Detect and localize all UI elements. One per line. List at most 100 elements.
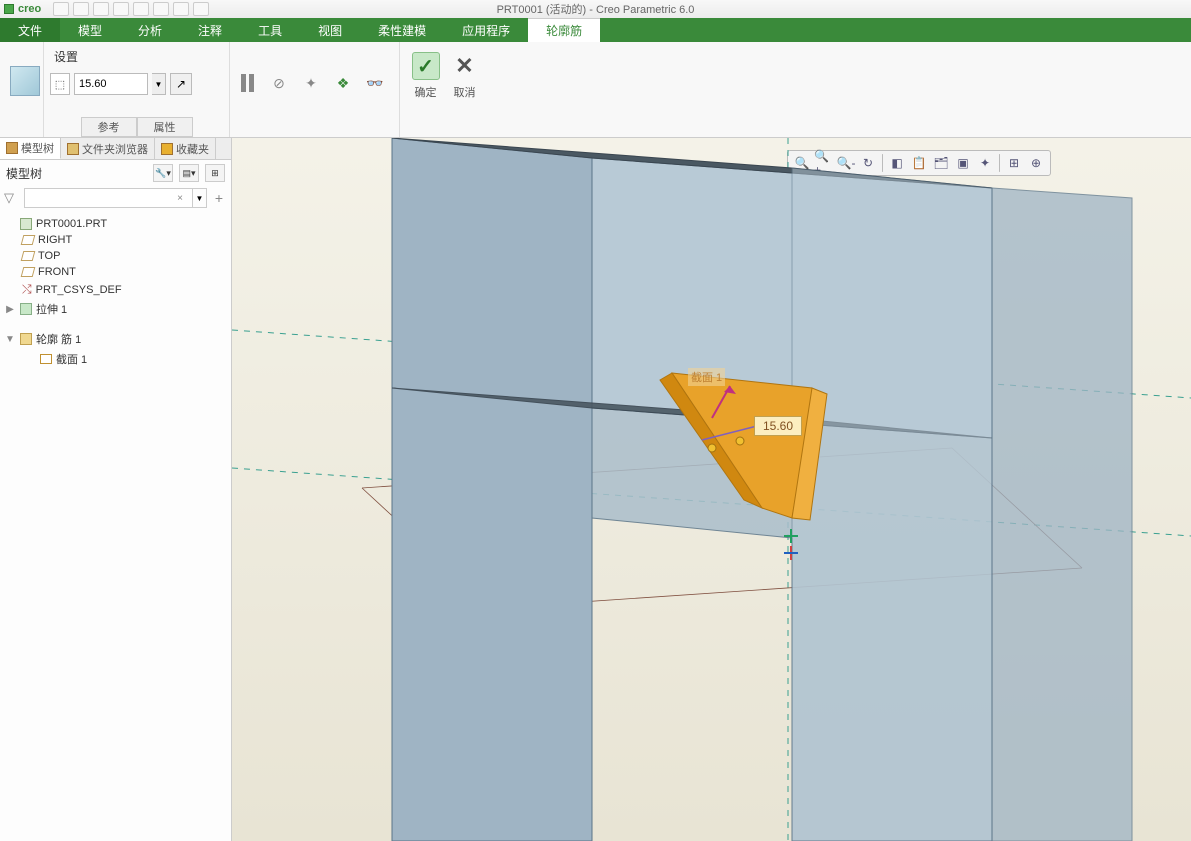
section-icon xyxy=(40,354,52,364)
window-title: PRT0001 (活动的) - Creo Parametric 6.0 xyxy=(497,1,695,17)
check-icon: ✓ xyxy=(412,52,440,80)
extrude-icon xyxy=(20,303,32,315)
menu-file[interactable]: 文件 xyxy=(0,18,60,42)
extrude-label: 拉伸 1 xyxy=(36,301,67,317)
app-brand: creo xyxy=(0,3,49,15)
plane-front-label: FRONT xyxy=(38,266,76,278)
verify-icon[interactable]: ✦ xyxy=(300,72,322,94)
section-label: 截面 1 xyxy=(56,351,87,367)
qat-open-icon[interactable] xyxy=(73,2,89,16)
tree-root[interactable]: PRT0001.PRT xyxy=(4,216,227,232)
pause-icon[interactable] xyxy=(236,72,258,94)
sub-tab-attributes[interactable]: 属性 xyxy=(137,117,193,137)
ok-button[interactable]: ✓ 确定 xyxy=(406,46,445,100)
menu-model[interactable]: 模型 xyxy=(60,18,120,42)
plane-icon xyxy=(21,251,36,261)
model-tree: PRT0001.PRT RIGHT TOP FRONT ⤭ PRT_CSYS_DE… xyxy=(0,210,231,375)
tree-csys[interactable]: ⤭ PRT_CSYS_DEF xyxy=(4,280,227,299)
qat-save-icon[interactable] xyxy=(93,2,109,16)
menu-apps[interactable]: 应用程序 xyxy=(444,18,528,42)
app-brand-text: creo xyxy=(18,3,41,15)
menu-tools[interactable]: 工具 xyxy=(240,18,300,42)
qat-windows-icon[interactable] xyxy=(173,2,189,16)
qat-undo-icon[interactable] xyxy=(113,2,129,16)
qat-redo-icon[interactable] xyxy=(133,2,149,16)
menu-flex[interactable]: 柔性建模 xyxy=(360,18,444,42)
tree-plane-right[interactable]: RIGHT xyxy=(4,232,227,248)
quick-access-toolbar xyxy=(49,2,209,16)
tab-folder-label: 文件夹浏览器 xyxy=(82,141,148,157)
expand-icon[interactable]: ▶ xyxy=(4,304,16,315)
sketch-icon[interactable] xyxy=(10,66,40,96)
thickness-dropdown-icon[interactable]: ▼ xyxy=(152,73,166,95)
qat-regen-icon[interactable] xyxy=(153,2,169,16)
ribbon-sub-tabs: 参考 属性 xyxy=(81,117,193,137)
feature-preview-icon[interactable]: ❖ xyxy=(332,72,354,94)
funnel-icon[interactable]: ▽ xyxy=(4,190,20,206)
csys-marker-icon xyxy=(784,546,798,560)
tree-title: 模型树 xyxy=(6,165,42,182)
tab-folder-browser[interactable]: 文件夹浏览器 xyxy=(61,138,155,159)
qat-close-icon[interactable] xyxy=(193,2,209,16)
thickness-symbol-icon[interactable]: ⬚ xyxy=(50,73,70,95)
ribbon-group-confirm: ✓ 确定 ✕ 取消 xyxy=(400,42,490,137)
flip-direction-icon[interactable]: ↗ xyxy=(170,73,192,95)
rib-icon xyxy=(20,333,32,345)
geometry-canvas xyxy=(232,138,1191,841)
glasses-icon[interactable]: 👓 xyxy=(364,72,386,94)
tree-plane-top[interactable]: TOP xyxy=(4,248,227,264)
settings-label: 设置 xyxy=(50,46,223,67)
tree-section[interactable]: 截面 1 xyxy=(4,349,227,369)
tab-favorites[interactable]: 收藏夹 xyxy=(155,138,216,159)
no-preview-icon[interactable]: ⊘ xyxy=(268,72,290,94)
menu-profile-rib[interactable]: 轮廓筋 xyxy=(528,18,600,42)
app-logo-icon xyxy=(4,4,14,14)
tree-filter: ▽ × ▼ + xyxy=(0,186,231,210)
filter-input[interactable] xyxy=(24,188,193,208)
viewport[interactable]: 🔍 🔍+ 🔍- ↻ ◧ 📋 🗂 ▣ ✦ ⊞ ⊕ xyxy=(232,138,1191,841)
tab-fav-label: 收藏夹 xyxy=(176,141,209,157)
ribbon: 设置 ⬚ ▼ ↗ 参考 属性 ⊘ ✦ ❖ 👓 ✓ 确定 ✕ 取 xyxy=(0,42,1191,138)
tree-layout-icon[interactable]: ⊞ xyxy=(205,164,225,182)
menu-view[interactable]: 视图 xyxy=(300,18,360,42)
title-bar: creo PRT0001 (活动的) - Creo Parametric 6.0 xyxy=(0,0,1191,18)
tree-header: 模型树 🔧▾ ▤▾ ⊞ xyxy=(0,160,231,186)
qat-new-icon[interactable] xyxy=(53,2,69,16)
menu-analysis[interactable]: 分析 xyxy=(120,18,180,42)
plane-icon xyxy=(21,267,36,277)
section-annotation[interactable]: 截面 1 xyxy=(688,368,725,386)
x-icon: ✕ xyxy=(451,52,479,80)
ribbon-group-settings: 设置 ⬚ ▼ ↗ 参考 属性 xyxy=(44,42,230,137)
rib-label: 轮廓 筋 1 xyxy=(36,331,81,347)
tab-model-tree[interactable]: 模型树 xyxy=(0,138,61,159)
left-panel: 模型树 文件夹浏览器 收藏夹 模型树 🔧▾ ▤▾ ⊞ ▽ × ▼ + PRT00… xyxy=(0,138,232,841)
folder-icon xyxy=(67,143,79,155)
add-filter-icon[interactable]: + xyxy=(211,190,227,206)
star-icon xyxy=(161,143,173,155)
tree-icon xyxy=(6,142,18,154)
tree-extrude[interactable]: ▶ 拉伸 1 xyxy=(4,299,227,319)
tab-model-tree-label: 模型树 xyxy=(21,140,54,156)
csys-label: PRT_CSYS_DEF xyxy=(36,284,122,296)
menu-annotate[interactable]: 注释 xyxy=(180,18,240,42)
collapse-icon[interactable]: ▼ xyxy=(4,334,16,345)
tree-rib[interactable]: ▼ 轮廓 筋 1 xyxy=(4,329,227,349)
plane-right-label: RIGHT xyxy=(38,234,72,246)
clear-filter-icon[interactable]: × xyxy=(177,193,183,204)
ribbon-group-sketch xyxy=(0,42,44,137)
tree-plane-front[interactable]: FRONT xyxy=(4,264,227,280)
tree-root-label: PRT0001.PRT xyxy=(36,218,107,230)
part-icon xyxy=(20,218,32,230)
menu-bar: 文件 模型 分析 注释 工具 视图 柔性建模 应用程序 轮廓筋 xyxy=(0,18,1191,42)
dimension-value[interactable]: 15.60 xyxy=(754,416,802,436)
cancel-button[interactable]: ✕ 取消 xyxy=(445,46,484,100)
tree-show-icon[interactable]: ▤▾ xyxy=(179,164,199,182)
ribbon-group-inspect: ⊘ ✦ ❖ 👓 xyxy=(230,42,400,137)
csys-icon: ⤭ xyxy=(22,282,32,297)
tree-settings-icon[interactable]: 🔧▾ xyxy=(153,164,173,182)
thickness-input[interactable] xyxy=(74,73,148,95)
plane-icon xyxy=(21,235,36,245)
filter-dropdown-icon[interactable]: ▼ xyxy=(193,188,207,208)
plane-top-label: TOP xyxy=(38,250,60,262)
sub-tab-reference[interactable]: 参考 xyxy=(81,117,137,137)
